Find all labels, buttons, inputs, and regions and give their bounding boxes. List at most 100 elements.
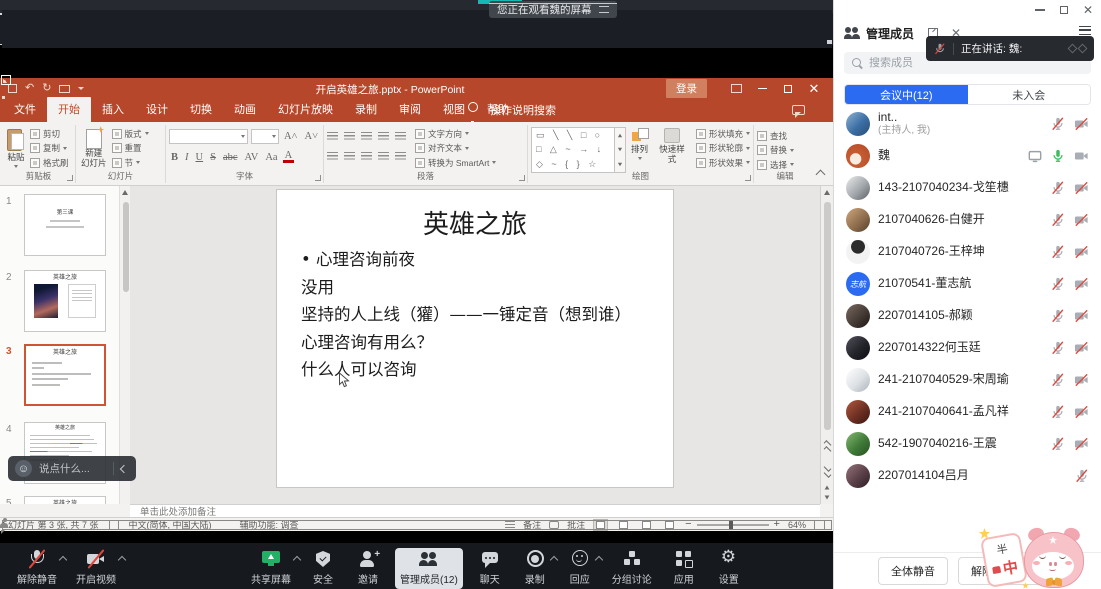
camera-icon[interactable] (1074, 277, 1089, 291)
ribbon-options-button[interactable] (723, 78, 749, 99)
ppt-tab-design[interactable]: 设计 (135, 97, 179, 122)
shapes-gallery[interactable]: ▭ ╲ ╲ □ ○ □ △ ~ → ↓ ◇ ~ { } ☆ (531, 127, 615, 173)
member-row[interactable]: 542-1907040216-王震 (834, 428, 1101, 460)
change-case-button[interactable]: Aa (263, 152, 279, 163)
save-icon[interactable] (8, 84, 17, 93)
slide-thumbnail[interactable]: 3 英雄之旅 (0, 344, 129, 410)
camera-icon[interactable] (1074, 117, 1089, 131)
indent-increase-icon[interactable] (378, 132, 389, 141)
font-size-combo[interactable] (251, 129, 279, 144)
mic-icon[interactable] (1051, 373, 1065, 387)
text-direction-button[interactable]: 文字方向 (415, 127, 496, 141)
camera-icon[interactable] (1074, 405, 1089, 419)
notes-scroll-down-icon[interactable] (825, 496, 830, 500)
scroll-up-icon[interactable] (122, 190, 128, 195)
align-right-icon[interactable] (361, 152, 372, 161)
strike-button[interactable]: S (208, 152, 218, 163)
mic-icon[interactable] (1075, 469, 1089, 483)
toolbar-item-settings[interactable]: 设置 (711, 548, 747, 589)
shape-effects-button[interactable]: 形状效果 (696, 156, 750, 170)
toolbar-item-record[interactable]: 录制 (517, 548, 553, 589)
tab-not-joined[interactable]: 未入会 (968, 85, 1091, 104)
mic-icon[interactable] (1051, 309, 1065, 323)
underline-button[interactable]: U (194, 152, 206, 163)
slide-title[interactable]: 英雄之旅 (277, 204, 673, 241)
member-row[interactable]: 2207014105-郝颖 (834, 300, 1101, 332)
scrollbar-thumb[interactable] (824, 202, 831, 430)
bullets-icon[interactable] (327, 132, 338, 141)
chevron-up-icon[interactable] (59, 556, 67, 564)
new-slide-button[interactable]: 新建幻灯片 (79, 127, 109, 170)
member-row[interactable]: 241-2107040529-宋周瑜 (834, 364, 1101, 396)
member-row[interactable]: 2207014104吕月 (834, 460, 1101, 492)
shapes-gallery-scroll[interactable] (615, 127, 626, 173)
slide-thumbnail[interactable]: 1 第三课 (0, 194, 129, 260)
ppt-close-button[interactable]: ✕ (801, 78, 827, 99)
cut-button[interactable]: 剪切 (30, 127, 69, 141)
line-spacing-icon[interactable] (395, 132, 406, 141)
dialog-launcher-icon[interactable] (67, 175, 73, 181)
find-button[interactable]: 查找 (757, 129, 813, 143)
mic-icon[interactable] (1051, 149, 1065, 163)
mic-icon[interactable] (1051, 341, 1065, 355)
font-color-button[interactable]: A (283, 151, 295, 163)
smartart-button[interactable]: 转换为 SmartArt (415, 156, 496, 170)
redo-icon[interactable]: ↻ (42, 83, 51, 94)
camera-icon[interactable] (1074, 181, 1089, 195)
chat-quick-input[interactable]: ☺ 说点什么... (8, 456, 136, 481)
ppt-tab-review[interactable]: 审阅 (388, 97, 432, 122)
align-text-button[interactable]: 对齐文本 (415, 142, 496, 156)
tell-me-search[interactable]: 操作说明搜索 (468, 102, 564, 123)
ppt-tab-home[interactable]: 开始 (47, 97, 91, 122)
toolbar-item-breakout[interactable]: 分组讨论 (607, 548, 657, 589)
toolbar-item-share-screen[interactable]: 共享屏幕 (246, 548, 296, 589)
signin-button[interactable]: 登录 (666, 79, 707, 98)
ppt-tab-file[interactable]: 文件 (3, 97, 47, 122)
numbering-icon[interactable] (344, 132, 355, 141)
section-button[interactable]: 节 (112, 156, 149, 170)
dialog-launcher-icon[interactable] (745, 175, 751, 181)
toolbar-item-reactions[interactable]: 回应 (562, 548, 598, 589)
watching-banner[interactable]: 您正在观看魏的屏幕 (489, 1, 617, 18)
member-row[interactable]: 143-2107040234-戈笙橞 (834, 172, 1101, 204)
shrink-font-button[interactable]: A˅ (302, 131, 320, 142)
scroll-up-icon[interactable] (824, 190, 830, 195)
panel-menu-icon[interactable] (1079, 26, 1091, 35)
font-name-combo[interactable] (169, 129, 248, 144)
tab-in-meeting[interactable]: 会议中(12) (845, 85, 968, 104)
mic-icon[interactable] (1051, 117, 1065, 131)
notes-scroll-up-icon[interactable] (825, 486, 830, 490)
qat-more-icon[interactable] (78, 87, 84, 90)
align-left-icon[interactable] (327, 152, 338, 161)
indent-decrease-icon[interactable] (361, 132, 372, 141)
dialog-launcher-icon[interactable] (315, 175, 321, 181)
dialog-launcher-icon[interactable] (519, 175, 525, 181)
banner-menu-icon[interactable] (599, 6, 609, 13)
chat-input-placeholder[interactable]: 说点什么... (39, 461, 106, 476)
member-row[interactable]: 魏 (834, 140, 1101, 172)
camera-icon[interactable] (1074, 373, 1089, 387)
toolbar-item-apps[interactable]: 应用 (666, 548, 702, 589)
window-close-icon[interactable]: ✕ (1083, 4, 1093, 16)
feedback-comment-icon[interactable] (792, 105, 805, 115)
camera-icon[interactable] (1074, 309, 1089, 323)
camera-icon[interactable] (1074, 341, 1089, 355)
toolbar-item-invite[interactable]: 邀请 (350, 548, 386, 589)
toolbar-item-manage-members[interactable]: 管理成员(12) (395, 548, 463, 589)
member-row[interactable]: int.. (主持人, 我) (834, 108, 1101, 140)
fit-to-window-icon[interactable] (814, 520, 825, 530)
ppt-tab-animations[interactable]: 动画 (223, 97, 267, 122)
ppt-minimize-button[interactable] (749, 78, 775, 99)
camera-icon[interactable] (1074, 245, 1089, 259)
mic-icon[interactable] (1051, 245, 1065, 259)
strikethrough-button[interactable]: abc (221, 152, 240, 163)
copy-button[interactable]: 复制 (30, 142, 69, 156)
slide-canvas[interactable]: 英雄之旅 • 心理咨询前夜没用坚持的人上线（獾）——一锤定音（想到谁）心理咨询有… (277, 190, 673, 487)
mic-icon[interactable] (1051, 277, 1065, 291)
slide-thumbnail[interactable]: 5 英雄之旅 (0, 496, 129, 504)
columns-icon[interactable] (395, 152, 406, 161)
toolbar-item-security[interactable]: 安全 (305, 548, 341, 589)
member-row[interactable]: 2107040626-白健开 (834, 204, 1101, 236)
slide-thumbnail[interactable]: 2 英雄之旅 (0, 270, 129, 336)
chevron-up-icon[interactable] (118, 556, 126, 564)
